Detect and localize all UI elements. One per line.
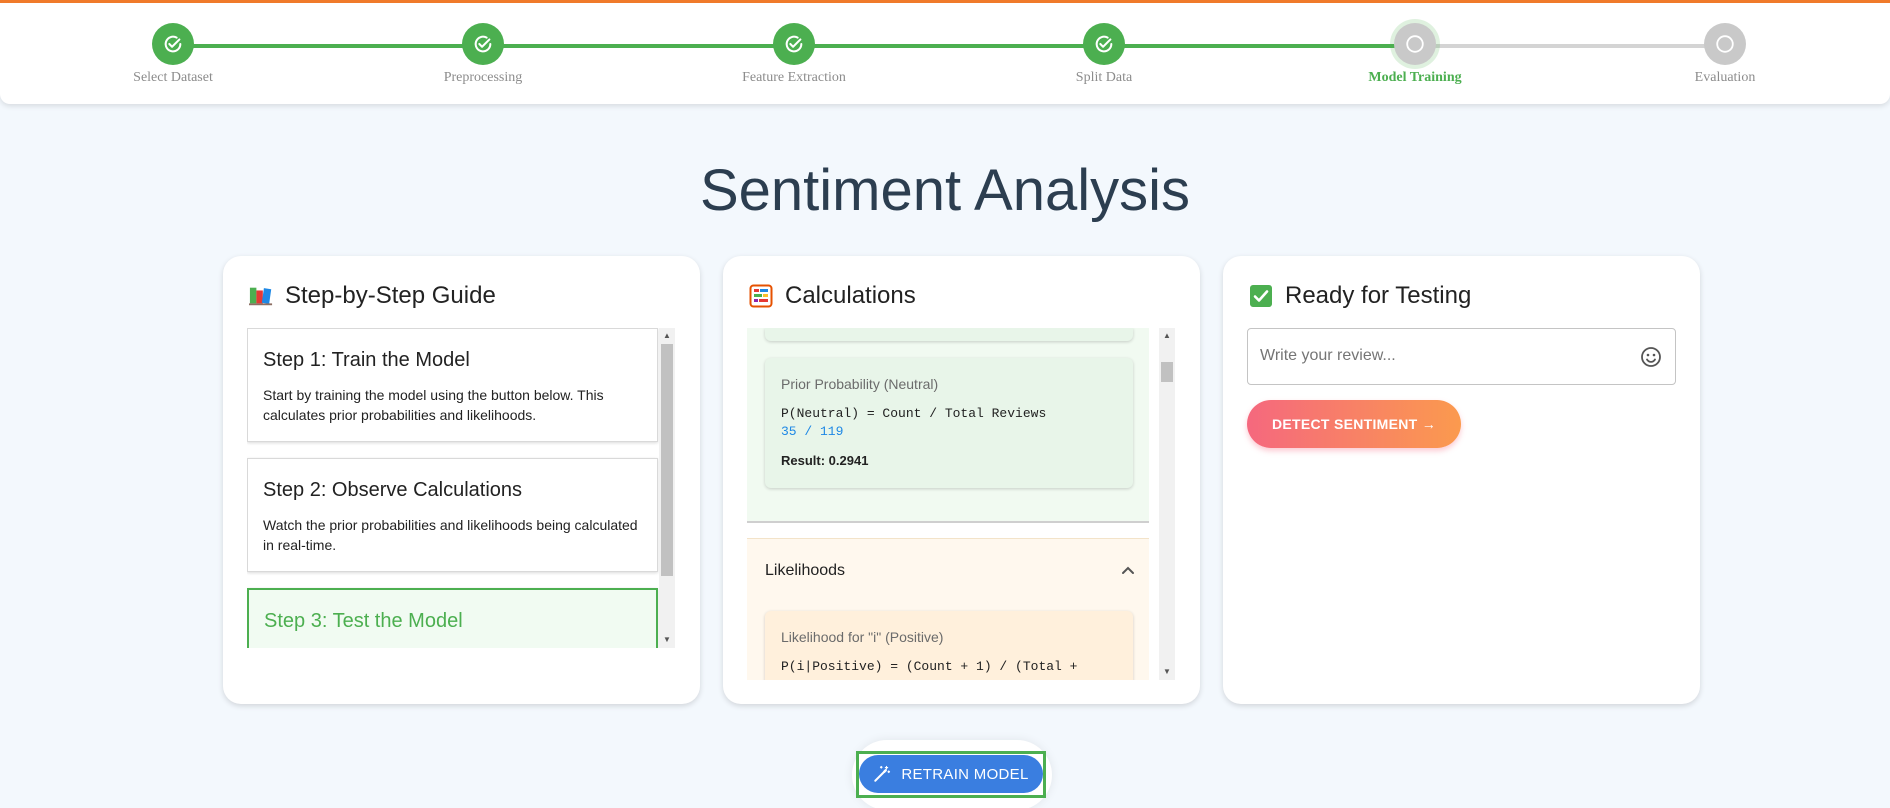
- testing-title-text: Ready for Testing: [1285, 282, 1472, 309]
- likelihoods-section: Likelihoods Likelihood for "i" (Positive…: [747, 538, 1149, 680]
- check-circle-icon: [773, 23, 815, 65]
- books-icon: [249, 284, 273, 308]
- emoji-icon[interactable]: [1639, 345, 1663, 369]
- step-select-dataset[interactable]: Select Dataset: [73, 23, 273, 86]
- calculations-scrollbar[interactable]: ▲ ▼: [1159, 328, 1175, 680]
- step-evaluation[interactable]: Evaluation: [1625, 23, 1825, 86]
- testing-card: Ready for Testing DETECT SENTIMENT →: [1223, 256, 1700, 704]
- review-input-box[interactable]: [1247, 328, 1676, 385]
- magic-wand-icon: [873, 765, 891, 783]
- guide-step-title: Step 3: Test the Model: [264, 610, 463, 632]
- guide-card-title: Step-by-Step Guide: [249, 282, 496, 310]
- calculations-title-text: Calculations: [785, 282, 916, 309]
- likelihood-box: Likelihood for "i" (Positive) P(i|Positi…: [765, 611, 1133, 680]
- guide-step-title: Step 1: Train the Model: [263, 349, 470, 371]
- likelihoods-header-label: Likelihoods: [765, 562, 846, 579]
- calculations-card-title: Calculations: [749, 282, 916, 310]
- guide-step-1: Step 1: Train the Model Start by trainin…: [247, 328, 658, 442]
- prior-probabilities-section: Prior Probability (Neutral) P(Neutral) =…: [747, 328, 1149, 523]
- scroll-down-arrow-icon[interactable]: ▼: [659, 632, 675, 648]
- retrain-model-label: RETRAIN MODEL: [901, 765, 1029, 783]
- step-feature-extraction[interactable]: Feature Extraction: [694, 23, 894, 86]
- likelihood-formula: P(i|Positive) = (Count + 1) / (Total +: [781, 659, 1078, 674]
- guide-step-2: Step 2: Observe Calculations Watch the p…: [247, 458, 658, 572]
- step-label: Select Dataset: [133, 70, 213, 85]
- scrollbar-thumb[interactable]: [661, 344, 673, 576]
- calculations-card: Calculations Prior Probability (Neutral)…: [723, 256, 1200, 704]
- chevron-up-icon[interactable]: [1121, 562, 1135, 580]
- step-split-data[interactable]: Split Data: [1004, 23, 1204, 86]
- guide-step-text: Watch the prior probabilities and likeli…: [263, 517, 638, 553]
- guide-step-text: Start by training the model using the bu…: [263, 387, 604, 423]
- progress-stepper: Select Dataset Preprocessing Feature Ext…: [0, 0, 1890, 104]
- step-model-training[interactable]: Model Training: [1315, 23, 1515, 86]
- guide-scrollbar[interactable]: ▲ ▼: [659, 328, 675, 648]
- step-preprocessing[interactable]: Preprocessing: [383, 23, 583, 86]
- prior-neutral-title: Prior Probability (Neutral): [781, 376, 939, 392]
- guide-card: Step-by-Step Guide Step 1: Train the Mod…: [223, 256, 700, 704]
- calculations-scroll-area[interactable]: Prior Probability (Neutral) P(Neutral) =…: [747, 328, 1175, 680]
- prior-neutral-box: Prior Probability (Neutral) P(Neutral) =…: [765, 358, 1133, 488]
- scrollbar-thumb[interactable]: [1161, 362, 1173, 382]
- scroll-down-arrow-icon[interactable]: ▼: [1159, 664, 1175, 680]
- empty-circle-icon: [1704, 23, 1746, 65]
- check-circle-icon: [1083, 23, 1125, 65]
- likelihood-title: Likelihood for "i" (Positive): [781, 629, 944, 645]
- prior-neutral-result: Result: 0.2941: [781, 453, 869, 468]
- retrain-model-button[interactable]: RETRAIN MODEL: [859, 755, 1043, 793]
- guide-step-3: Step 3: Test the Model: [247, 588, 658, 648]
- guide-title-text: Step-by-Step Guide: [285, 282, 496, 309]
- prior-box-previous: [765, 328, 1133, 341]
- check-circle-icon: [152, 23, 194, 65]
- prior-neutral-values: 35 / 119: [781, 424, 844, 439]
- step-label: Feature Extraction: [742, 70, 846, 85]
- step-label: Split Data: [1075, 70, 1133, 85]
- page-title: Sentiment Analysis: [699, 158, 1191, 223]
- empty-circle-icon: [1394, 23, 1436, 65]
- check-box-icon: [1249, 284, 1273, 308]
- review-input[interactable]: [1260, 347, 1620, 365]
- scroll-up-arrow-icon[interactable]: ▲: [1159, 328, 1175, 344]
- detect-sentiment-button[interactable]: DETECT SENTIMENT →: [1247, 400, 1461, 448]
- guide-step-title: Step 2: Observe Calculations: [263, 479, 523, 501]
- likelihoods-accordion-header[interactable]: Likelihoods: [765, 559, 1135, 583]
- scroll-up-arrow-icon[interactable]: ▲: [659, 328, 675, 344]
- abacus-icon: [749, 284, 773, 308]
- prior-neutral-formula: P(Neutral) = Count / Total Reviews: [781, 406, 1047, 421]
- testing-card-title: Ready for Testing: [1249, 282, 1471, 310]
- step-label: Model Training: [1368, 70, 1462, 85]
- step-label: Evaluation: [1694, 70, 1756, 85]
- step-label: Preprocessing: [443, 70, 523, 85]
- guide-scroll-area[interactable]: Step 1: Train the Model Start by trainin…: [247, 328, 675, 648]
- check-circle-icon: [462, 23, 504, 65]
